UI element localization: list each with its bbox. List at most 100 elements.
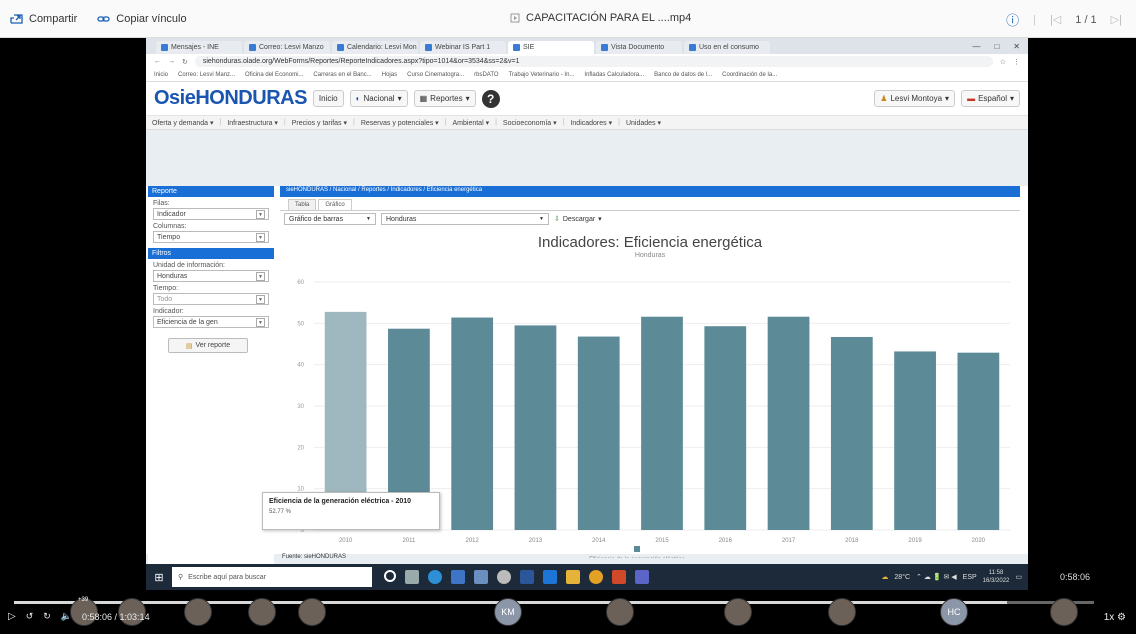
- maximize-icon[interactable]: □: [994, 42, 999, 51]
- close-icon[interactable]: ✕: [1013, 42, 1020, 51]
- download-button[interactable]: ⇩ Descargar ▾: [554, 215, 602, 224]
- bar[interactable]: [704, 326, 747, 530]
- forward-icon[interactable]: →: [168, 58, 175, 65]
- site-menu-item[interactable]: Precios y tarifas ▾: [292, 119, 347, 127]
- copy-link-button[interactable]: Copiar vínculo: [87, 13, 196, 25]
- browser-tab[interactable]: Mensajes - INE: [156, 41, 242, 54]
- reports-dropdown[interactable]: ▦ Reportes ▾: [413, 90, 476, 107]
- bar[interactable]: [957, 352, 1000, 530]
- bar[interactable]: [830, 336, 873, 530]
- tray-icons[interactable]: ⌃ ☁ 🔋 ✉ ◀: [916, 573, 957, 581]
- bar[interactable]: [894, 351, 936, 530]
- participant-avatar[interactable]: [1050, 598, 1078, 626]
- participant-avatar[interactable]: [184, 598, 212, 626]
- menu-dots-icon[interactable]: ⋮: [1013, 58, 1020, 66]
- browser-tab[interactable]: Uso en el consumo: [684, 41, 770, 54]
- bookmark-item[interactable]: Inicio: [154, 72, 168, 78]
- participant-avatar[interactable]: HC: [940, 598, 968, 626]
- teams-icon[interactable]: [635, 570, 649, 584]
- forward-icon[interactable]: ↻: [43, 611, 51, 622]
- share-button[interactable]: Compartir: [0, 13, 87, 25]
- powerpoint-icon[interactable]: [612, 570, 626, 584]
- national-dropdown[interactable]: ◐ Nacional ▾: [349, 90, 408, 107]
- browser-tab[interactable]: Webinar IS Part 1: [420, 41, 506, 54]
- bookmark-item[interactable]: Curso Cinematogra...: [407, 72, 464, 78]
- taskbar-search[interactable]: ⚲ Escribe aquí para buscar: [172, 567, 372, 587]
- taskbar-clock[interactable]: 11:58 16/3/2022: [983, 569, 1010, 585]
- minimize-icon[interactable]: —: [972, 42, 980, 51]
- bookmark-item[interactable]: Coordinación de la...: [722, 72, 777, 78]
- country-select[interactable]: Honduras ▼: [381, 213, 549, 225]
- participant-avatar[interactable]: [724, 598, 752, 626]
- browser-tab[interactable]: Calendario: Lesvi Mon: [332, 41, 418, 54]
- tab-chart[interactable]: Gráfico: [318, 199, 352, 210]
- settings-icon[interactable]: [497, 570, 511, 584]
- back-icon[interactable]: ←: [154, 58, 161, 65]
- bookmark-item[interactable]: Trabajo Veterinario - In...: [509, 72, 575, 78]
- bookmark-item[interactable]: rbsDATO: [474, 72, 498, 78]
- edge-icon[interactable]: [428, 570, 442, 584]
- volume-icon[interactable]: 🔈: [61, 611, 72, 622]
- chart-type-select[interactable]: Gráfico de barras ▼: [284, 213, 376, 225]
- bar[interactable]: [577, 336, 620, 530]
- time-select[interactable]: Todo ▼: [153, 293, 269, 305]
- last-page-icon[interactable]: ▷|: [1111, 13, 1122, 26]
- star-icon[interactable]: ☆: [1000, 58, 1006, 66]
- view-report-button[interactable]: ▤ Ver reporte: [168, 338, 248, 353]
- bookmark-item[interactable]: Infladas Calculadora...: [584, 72, 644, 78]
- participant-avatar[interactable]: [298, 598, 326, 626]
- language-menu[interactable]: ▬ Español ▾: [961, 90, 1020, 107]
- url-field[interactable]: siehonduras.olade.org/WebForms/Reportes/…: [194, 56, 993, 67]
- info-icon[interactable]: ⓘ: [1006, 10, 1019, 29]
- unit-select[interactable]: Honduras ▼: [153, 270, 269, 282]
- notifications-icon[interactable]: ▭: [1015, 573, 1022, 581]
- participant-avatar[interactable]: [828, 598, 856, 626]
- tab-table[interactable]: Tabla: [288, 199, 317, 210]
- browser-tab[interactable]: Vista Documento: [596, 41, 682, 54]
- rewind-icon[interactable]: ↺: [26, 611, 34, 622]
- word-icon[interactable]: [520, 570, 534, 584]
- bar[interactable]: [451, 317, 494, 530]
- user-menu[interactable]: ♟ Lesvi Montoya ▾: [874, 90, 956, 107]
- browser-tab[interactable]: SIE: [508, 41, 594, 54]
- bookmark-item[interactable]: Oficina del Economi...: [245, 72, 303, 78]
- site-menu-item[interactable]: Oferta y demanda ▾: [152, 119, 214, 127]
- home-button[interactable]: Inicio: [312, 90, 344, 107]
- bookmark-item[interactable]: Carreras en el Banc...: [313, 72, 371, 78]
- site-logo[interactable]: OsieHONDURAS: [154, 87, 307, 110]
- bar[interactable]: [767, 316, 810, 530]
- weather-icon[interactable]: ☁: [881, 573, 888, 581]
- participant-avatar[interactable]: KM: [494, 598, 522, 626]
- site-menu-item[interactable]: Unidades ▾: [626, 119, 661, 127]
- outlook-icon[interactable]: [543, 570, 557, 584]
- photos-icon[interactable]: [474, 570, 488, 584]
- columns-select[interactable]: Tiempo ▼: [153, 231, 269, 243]
- bookmark-item[interactable]: Correo: Lesvi Manz...: [178, 72, 235, 78]
- folder-icon[interactable]: [566, 570, 580, 584]
- windows-start-icon[interactable]: ⊞: [146, 564, 172, 590]
- bookmark-item[interactable]: Hojas: [382, 72, 397, 78]
- participant-avatar[interactable]: [606, 598, 634, 626]
- playback-speed[interactable]: 1x ⚙: [1104, 612, 1126, 623]
- task-view-icon[interactable]: [405, 570, 419, 584]
- site-menu-item[interactable]: Socioeconomía ▾: [503, 119, 557, 127]
- first-page-icon[interactable]: |◁: [1050, 13, 1061, 26]
- store-icon[interactable]: [451, 570, 465, 584]
- site-menu-item[interactable]: Infraestructura ▾: [227, 119, 278, 127]
- bar[interactable]: [641, 316, 683, 530]
- site-menu-item[interactable]: Indicadores ▾: [570, 119, 612, 127]
- indicator-select[interactable]: Eficiencia de la gen ▼: [153, 316, 269, 328]
- site-menu-item[interactable]: Reservas y potenciales ▾: [361, 119, 439, 127]
- bookmark-item[interactable]: Banco de datos de l...: [654, 72, 712, 78]
- help-icon[interactable]: ?: [481, 89, 500, 108]
- cortana-icon[interactable]: [384, 570, 396, 582]
- input-language[interactable]: ESP: [963, 574, 977, 581]
- participant-avatar[interactable]: [248, 598, 276, 626]
- play-icon[interactable]: ▷: [8, 611, 16, 622]
- browser-tab[interactable]: Correo: Lesvi Manzo: [244, 41, 330, 54]
- site-menu-item[interactable]: Ambiental ▾: [453, 119, 490, 127]
- chrome-icon[interactable]: [589, 570, 603, 584]
- reload-icon[interactable]: ↻: [182, 58, 188, 66]
- settings-gear-icon[interactable]: ⚙: [1117, 612, 1126, 623]
- rows-select[interactable]: Indicador ▼: [153, 208, 269, 220]
